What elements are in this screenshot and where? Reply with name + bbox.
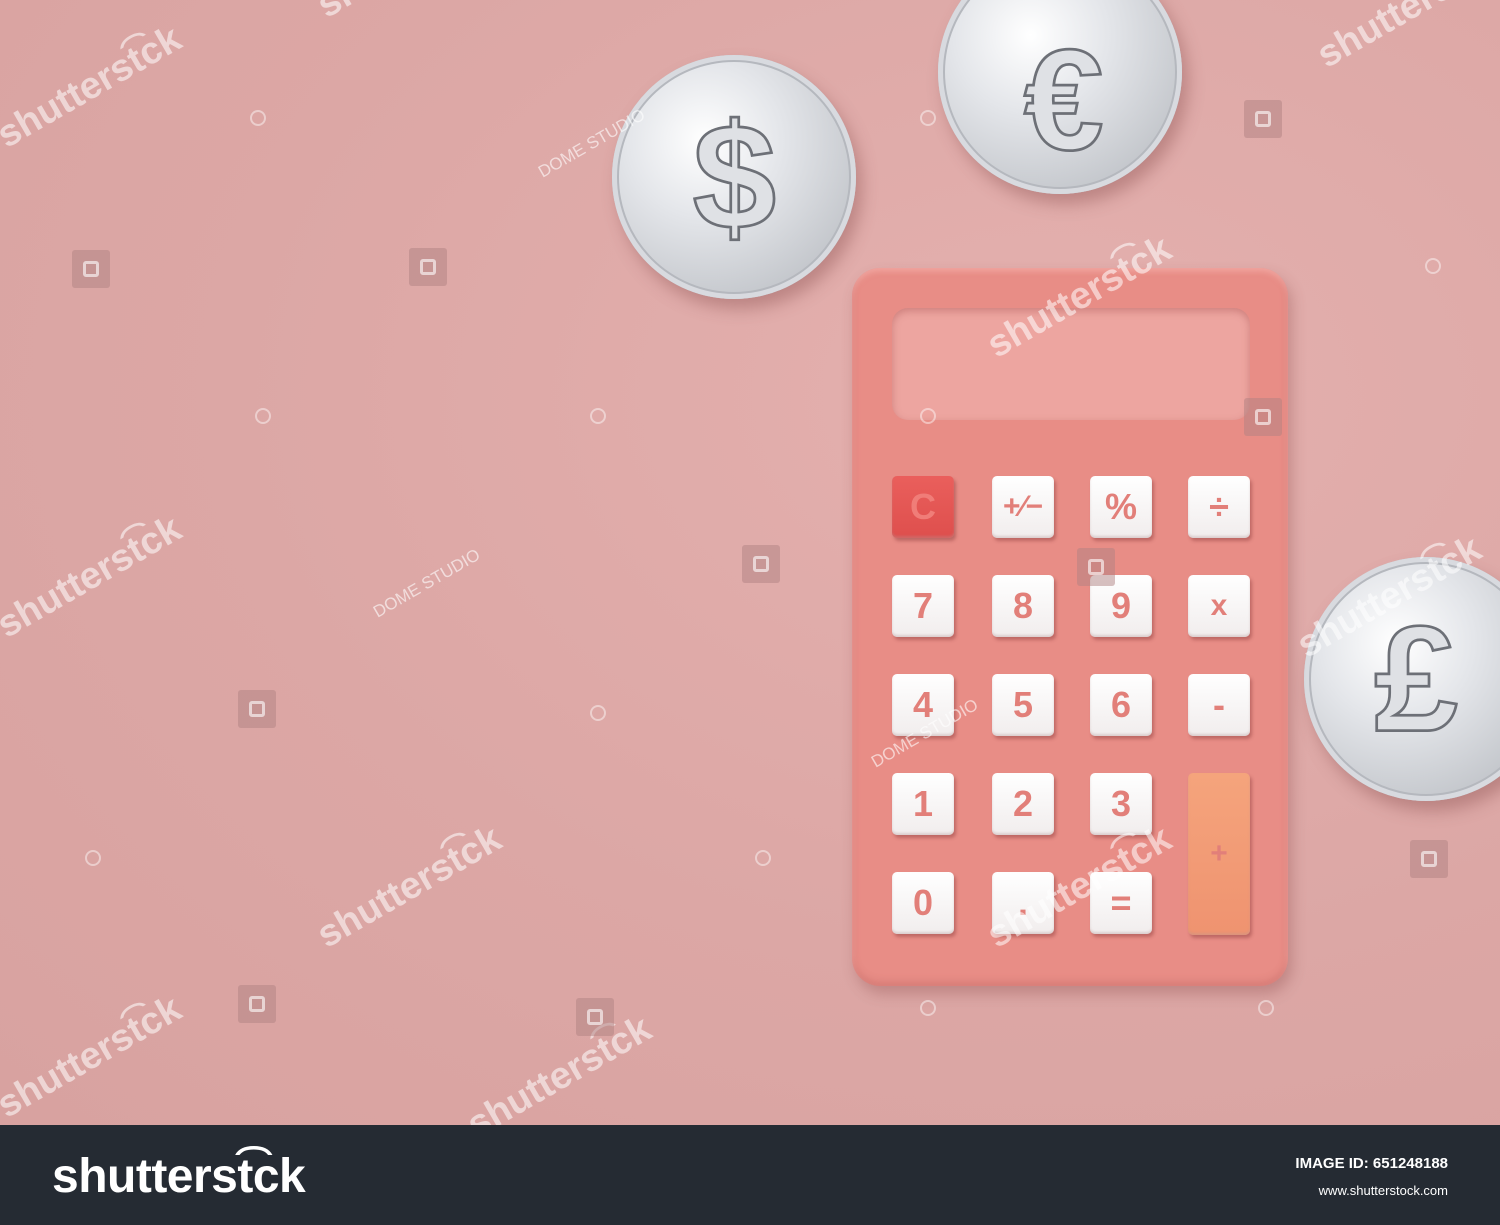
key-5[interactable]: 5 [992, 674, 1054, 736]
watermark-studio: DOME STUDIO [370, 545, 484, 622]
stock-footer-bar: shutterst͡ck IMAGE ID: 651248188 www.shu… [0, 1125, 1500, 1225]
key-0[interactable]: 0 [892, 872, 954, 934]
image-id-label: IMAGE ID: 651248188 [1295, 1155, 1448, 1172]
euro-icon: € [1022, 18, 1105, 158]
watermark-dot-icon [85, 850, 101, 866]
watermark-dot-icon [1425, 258, 1441, 274]
watermark-dot-icon [920, 110, 936, 126]
sign-toggle-key[interactable]: +⁄− [992, 476, 1054, 538]
watermark-text: shutterst͡ck [310, 0, 509, 27]
svg-text:$: $ [692, 92, 776, 260]
watermark-dot-icon [590, 705, 606, 721]
key-7[interactable]: 7 [892, 575, 954, 637]
watermark-text: shutterst͡ck [0, 507, 189, 647]
watermark-text: shutterst͡ck [310, 817, 509, 957]
footer-logo: shutterst͡ck [52, 1150, 306, 1203]
watermark-dot-icon [1258, 1000, 1274, 1016]
plus-key[interactable]: + [1188, 773, 1250, 935]
multiply-key[interactable]: x [1188, 575, 1250, 637]
key-6[interactable]: 6 [1090, 674, 1152, 736]
key-1[interactable]: 1 [892, 773, 954, 835]
percent-key[interactable]: % [1090, 476, 1152, 538]
watermark-dot-icon [920, 408, 936, 424]
watermark-logo-icon [238, 985, 276, 1023]
watermark-logo-icon [238, 690, 276, 728]
watermark-logo-icon [1244, 398, 1282, 436]
watermark-logo-icon [1410, 840, 1448, 878]
watermark-logo-icon [409, 248, 447, 286]
watermark-text: shutterst͡ck [0, 17, 189, 157]
watermark-logo-icon [1077, 548, 1115, 586]
photo-scene: $ € £ C +⁄− % ÷ 7 8 9 x 4 5 6 - 1 2 3 + … [0, 0, 1500, 1125]
minus-key[interactable]: - [1188, 674, 1250, 736]
watermark-dot-icon [250, 110, 266, 126]
watermark-dot-icon [255, 408, 271, 424]
watermark-logo-icon [742, 545, 780, 583]
watermark-text: shutterst͡ck [460, 1007, 659, 1125]
watermark-logo-icon [72, 250, 110, 288]
dollar-icon: $ [691, 92, 777, 262]
euro-coin: € [938, 0, 1182, 194]
watermark-dot-icon [590, 408, 606, 424]
watermark-text: shutterst͡ck [1310, 0, 1500, 77]
watermark-dot-icon [920, 1000, 936, 1016]
svg-text:€: € [1024, 20, 1104, 158]
clear-key[interactable]: C [892, 476, 954, 538]
footer-url: www.shutterstock.com [1318, 1183, 1448, 1198]
key-8[interactable]: 8 [992, 575, 1054, 637]
divide-key[interactable]: ÷ [1188, 476, 1250, 538]
watermark-logo-icon [576, 998, 614, 1036]
key-2[interactable]: 2 [992, 773, 1054, 835]
dollar-coin: $ [612, 55, 856, 299]
watermark-text: shutterst͡ck [0, 987, 189, 1125]
watermark-dot-icon [755, 850, 771, 866]
watermark-logo-icon [1244, 100, 1282, 138]
